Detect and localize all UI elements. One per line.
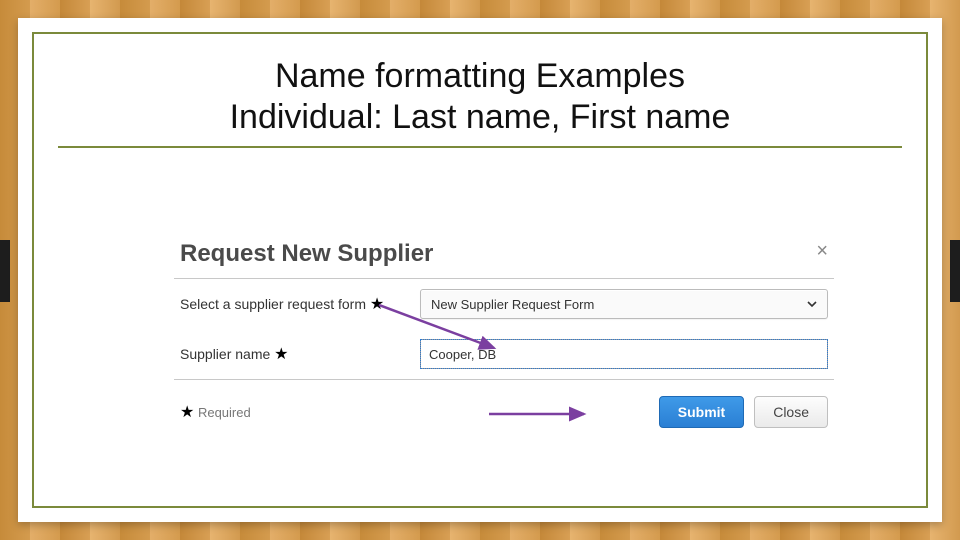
label-request-form: Select a supplier request form ★: [180, 294, 420, 314]
row-supplier-name: Supplier name ★: [174, 329, 834, 379]
select-request-form[interactable]: New Supplier Request Form: [420, 289, 828, 319]
chevron-down-icon: [803, 295, 821, 313]
dialog-title: Request New Supplier: [180, 240, 433, 267]
footer-buttons: Submit Close: [659, 396, 828, 428]
close-button[interactable]: Close: [754, 396, 828, 428]
dialog-header: Request New Supplier ×: [174, 236, 834, 279]
select-value: New Supplier Request Form: [431, 297, 594, 312]
title-line-1: Name formatting Examples: [34, 56, 926, 97]
required-star-icon: ★: [274, 346, 288, 363]
slide-inner-frame: Name formatting Examples Individual: Las…: [32, 32, 928, 508]
dialog-footer: ★ Required Submit Close: [174, 379, 834, 436]
required-note: ★ Required: [180, 402, 251, 422]
row-request-form: Select a supplier request form ★ New Sup…: [174, 279, 834, 329]
request-supplier-dialog: Request New Supplier × Select a supplier…: [174, 236, 834, 436]
next-slide-hint: [950, 240, 960, 302]
required-star-icon: ★: [180, 404, 194, 421]
submit-button[interactable]: Submit: [659, 396, 744, 428]
title-line-2: Individual: Last name, First name: [34, 97, 926, 138]
input-supplier-name[interactable]: [420, 339, 828, 369]
slide-card: Name formatting Examples Individual: Las…: [18, 18, 942, 522]
required-star-icon: ★: [370, 296, 384, 313]
close-icon[interactable]: ×: [816, 240, 828, 263]
label-supplier-name: Supplier name ★: [180, 344, 420, 364]
prev-slide-hint: [0, 240, 10, 302]
title-underline: [58, 146, 902, 148]
slide-title: Name formatting Examples Individual: Las…: [34, 34, 926, 148]
